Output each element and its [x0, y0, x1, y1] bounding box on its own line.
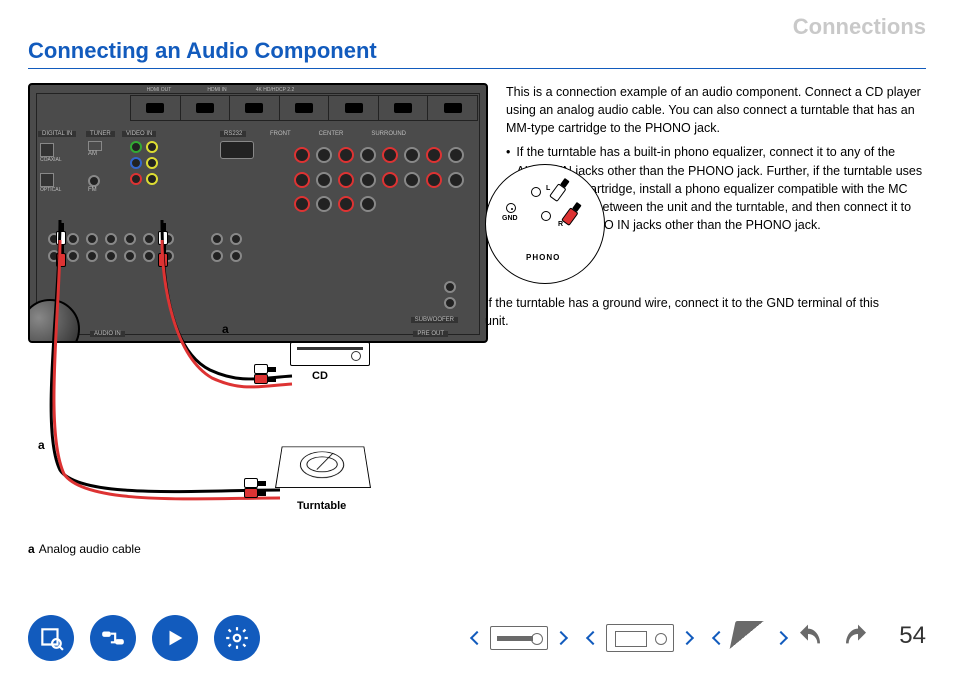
page-number: 54 — [899, 622, 926, 650]
speaker-terminals — [288, 141, 478, 221]
intro-text: This is a connection example of an audio… — [506, 83, 926, 137]
next-device-icon[interactable] — [774, 631, 788, 645]
cd-label: CD — [312, 370, 328, 382]
prev-device-icon[interactable] — [712, 631, 726, 645]
coaxial-jack — [40, 143, 54, 157]
breadcrumb: Connections — [793, 14, 926, 40]
phono-detail-illustration: L R GND PHONO — [485, 164, 605, 284]
receiver-rear-panel-illustration: HDMI OUT HDMI IN 4K HD/HDCP 2.2 DIGITAL … — [28, 83, 488, 343]
cable-ref-a: a — [38, 438, 45, 452]
cable-legend: aAnalog audio cable — [28, 542, 141, 556]
hdcp-label: 4K HD/HDCP 2.2 — [246, 87, 304, 93]
rs232-port — [220, 141, 254, 159]
prev-device-icon[interactable] — [586, 631, 600, 645]
play-icon[interactable] — [152, 615, 198, 661]
page-title: Connecting an Audio Component — [28, 38, 926, 69]
optical-jack — [40, 173, 54, 187]
settings-icon[interactable] — [214, 615, 260, 661]
connections-icon[interactable] — [90, 615, 136, 661]
ground-wire-note: If the turntable has a ground wire, conn… — [485, 294, 905, 330]
hdmi-out-label: HDMI OUT — [130, 87, 188, 93]
redo-icon[interactable] — [842, 622, 874, 654]
turntable-label: Turntable — [297, 500, 346, 512]
device-receiver-icon[interactable] — [490, 626, 548, 650]
device-tuner-icon[interactable] — [606, 624, 674, 652]
next-device-icon[interactable] — [554, 631, 568, 645]
hdmi-in-label: HDMI IN — [188, 87, 246, 93]
next-device-icon[interactable] — [680, 631, 694, 645]
turntable-icon — [275, 447, 371, 488]
audio-in-label: AUDIO IN — [90, 331, 125, 337]
digital-in-label: DIGITAL IN — [38, 131, 76, 137]
device-remote-icon[interactable] — [728, 621, 771, 655]
manual-icon[interactable] — [28, 615, 74, 661]
prev-device-icon[interactable] — [470, 631, 484, 645]
cable-ref-a: a — [222, 322, 229, 336]
undo-icon[interactable] — [792, 622, 824, 654]
tuner-label: TUNER — [86, 131, 115, 137]
video-in-label: VIDEO IN — [122, 131, 156, 137]
cd-player-icon — [290, 342, 370, 366]
